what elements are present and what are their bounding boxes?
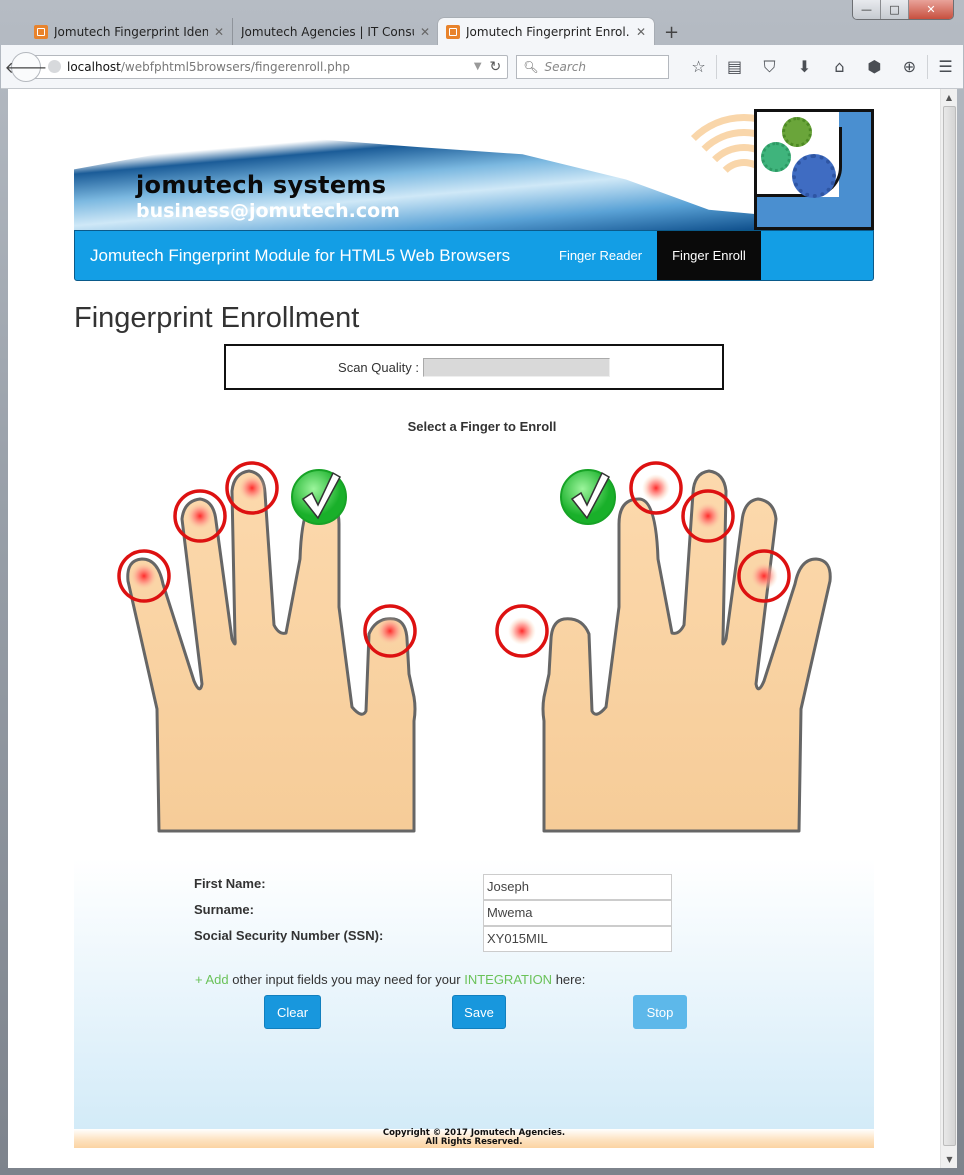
- hint-add: + Add: [195, 972, 229, 987]
- browser-tab[interactable]: Jomutech Fingerprint Ident... ✕: [26, 18, 232, 46]
- scroll-down-arrow-icon[interactable]: ▼: [941, 1151, 958, 1168]
- maximize-button[interactable]: □: [881, 0, 909, 19]
- banner-email: business@jomutech.com: [136, 200, 400, 222]
- scroll-up-arrow-icon[interactable]: ▲: [941, 89, 957, 106]
- navbar-brand[interactable]: Jomutech Fingerprint Module for HTML5 We…: [75, 246, 544, 266]
- close-tab-icon[interactable]: ✕: [636, 25, 646, 39]
- fingertip-dot: [642, 474, 670, 502]
- stop-button[interactable]: Stop: [633, 995, 687, 1029]
- web-developer-icon[interactable]: ⊕: [892, 57, 927, 76]
- fingertip-dot: [186, 502, 214, 530]
- xampp-favicon-icon: [446, 25, 460, 39]
- tab-title: Jomutech Fingerprint Enrol...: [466, 25, 630, 39]
- reading-list-icon[interactable]: ▤: [717, 57, 752, 76]
- surname-label: Surname:: [194, 902, 254, 917]
- download-icon[interactable]: ⬇: [787, 57, 822, 76]
- ssn-label: Social Security Number (SSN):: [194, 928, 384, 943]
- fingertip-dot: [130, 562, 158, 590]
- surname-input[interactable]: Mwema: [483, 900, 672, 926]
- integration-hint: + Add other input fields you may need fo…: [195, 972, 585, 987]
- menu-icon[interactable]: ☰: [928, 57, 963, 76]
- right-hand-index-finger-button[interactable]: [560, 469, 616, 525]
- fingertip-dot: [508, 617, 536, 645]
- toolbar-icons: ☆ ▤ ⛉ ⬇ ⌂ ⬢ ⊕ ☰: [681, 54, 963, 79]
- window-controls: — □ ✕: [852, 0, 954, 20]
- hint-middle: other input fields you may need for your: [228, 972, 465, 987]
- globe-icon: [48, 60, 61, 73]
- rights-text: All Rights Reserved.: [425, 1137, 523, 1147]
- first-name-input[interactable]: Joseph: [483, 874, 672, 900]
- back-arrow-icon[interactable]: 🡐: [5, 51, 47, 82]
- site-footer: Copyright © 2017 Jomutech Agencies. All …: [74, 1129, 874, 1148]
- hint-integration: INTEGRATION: [464, 972, 553, 987]
- fingertip-dot: [750, 562, 778, 590]
- browser-tab-active[interactable]: Jomutech Fingerprint Enrol... ✕: [438, 18, 654, 46]
- gear-icon: [792, 154, 836, 198]
- bookmark-star-icon[interactable]: ☆: [681, 57, 716, 76]
- nav-finger-enroll[interactable]: Finger Enroll: [657, 231, 761, 280]
- close-tab-icon[interactable]: ✕: [214, 25, 224, 39]
- tab-title: Jomutech Fingerprint Ident...: [54, 25, 208, 39]
- url-host: localhost: [67, 59, 121, 74]
- page-viewport: jomutech systems business@jomutech.com J…: [8, 89, 940, 1168]
- right-hand-thumb-finger-button[interactable]: [495, 604, 549, 658]
- ssn-input[interactable]: XY015MIL: [483, 926, 672, 952]
- url-path: /webfphtml5browsers/fingerenroll.php: [120, 59, 351, 74]
- clear-button[interactable]: Clear: [264, 995, 321, 1029]
- url-dropdown-icon[interactable]: ▼: [474, 61, 482, 72]
- fingertip-dot: [694, 502, 722, 530]
- left-hand-shape: [126, 469, 417, 833]
- scan-quality-bar: [422, 357, 610, 377]
- search-input[interactable]: 🔍︎ Search: [516, 54, 669, 79]
- tab-title: Jomutech Agencies | IT Consul...: [241, 25, 414, 39]
- site-navbar: Jomutech Fingerprint Module for HTML5 We…: [74, 230, 874, 281]
- minimize-button[interactable]: —: [853, 0, 881, 19]
- nav-finger-reader[interactable]: Finger Reader: [544, 231, 657, 280]
- left-hand-index-finger-button[interactable]: [291, 469, 347, 525]
- new-tab-plus-icon[interactable]: +: [664, 22, 679, 43]
- site-banner: jomutech systems business@jomutech.com: [74, 109, 874, 230]
- form-row-ssn: Social Security Number (SSN): XY015MIL: [194, 926, 674, 952]
- hands-finger-selector: [114, 459, 844, 859]
- browser-window: — □ ✕ Jomutech Fingerprint Ident... ✕ Jo…: [0, 0, 964, 1175]
- fingertip-dot: [238, 474, 266, 502]
- scrollbar-thumb[interactable]: [943, 106, 956, 1146]
- search-icon: 🔍︎: [523, 59, 539, 74]
- right-hand-shape: [541, 469, 832, 833]
- select-finger-label: Select a Finger to Enroll: [407, 419, 557, 434]
- gear-icon: [761, 142, 791, 172]
- scan-quality-label: Scan Quality :: [338, 359, 419, 375]
- save-button[interactable]: Save: [452, 995, 506, 1029]
- first-name-label: First Name:: [194, 876, 266, 891]
- fingertip-dot: [376, 617, 404, 645]
- search-placeholder: Search: [544, 59, 587, 74]
- reload-icon[interactable]: ↻: [490, 59, 502, 75]
- pocket-icon[interactable]: ⛉: [752, 57, 787, 77]
- address-bar[interactable]: localhost /webfphtml5browsers/fingerenro…: [35, 54, 509, 79]
- browser-tab[interactable]: Jomutech Agencies | IT Consul... ✕: [232, 18, 438, 46]
- vertical-scrollbar[interactable]: ▲ ▼: [940, 89, 957, 1168]
- page-title: Fingerprint Enrollment: [74, 302, 360, 334]
- jomutech-logo: [754, 109, 874, 230]
- hint-end: here:: [552, 972, 586, 987]
- navigation-toolbar: 🡐 localhost /webfphtml5browsers/fingeren…: [1, 45, 963, 89]
- home-icon[interactable]: ⌂: [822, 57, 857, 76]
- gear-icon: [782, 117, 812, 147]
- scan-quality-panel: Scan Quality :: [224, 344, 724, 390]
- right-hand-middle-finger-button[interactable]: [629, 461, 683, 515]
- xampp-favicon-icon: [34, 25, 48, 39]
- banner-company-name: jomutech systems: [136, 171, 387, 199]
- hands-svg: [117, 461, 832, 833]
- enroll-form: First Name: Joseph Surname: Mwema Social…: [194, 874, 674, 952]
- close-window-button[interactable]: ✕: [909, 0, 953, 19]
- close-tab-icon[interactable]: ✕: [420, 25, 430, 39]
- tab-strip: Jomutech Fingerprint Ident... ✕ Jomutech…: [26, 18, 679, 46]
- form-row-first-name: First Name: Joseph: [194, 874, 674, 900]
- form-row-surname: Surname: Mwema: [194, 900, 674, 926]
- privacy-eye-icon[interactable]: ⬢: [857, 57, 892, 76]
